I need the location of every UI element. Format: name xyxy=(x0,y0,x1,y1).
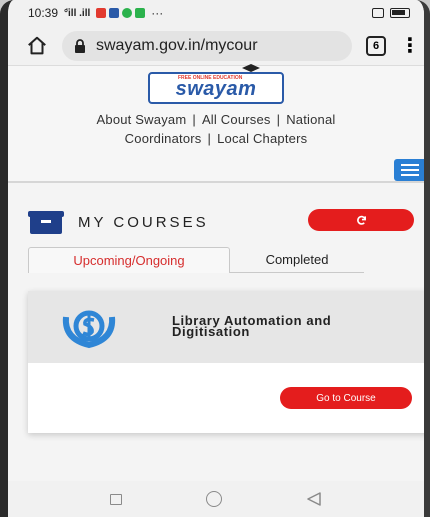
phone-frame: 10:39 °̈ill .ill ··· swayam.gov.in/mycou… xyxy=(0,0,430,517)
course-card: Library Automation and Digitisation Go t… xyxy=(28,291,424,433)
chat-icon xyxy=(122,8,133,18)
my-courses-title: MY COURSES xyxy=(78,213,209,231)
nfc-icon xyxy=(372,8,384,18)
tab-switcher-button[interactable]: 6 xyxy=(366,35,386,56)
site-header: FREE ONLINE EDUCATION swayam About Swaya… xyxy=(8,64,424,181)
nav-all-courses[interactable]: All Courses xyxy=(202,112,271,127)
status-time: 10:39 xyxy=(28,6,59,20)
battery-icon xyxy=(390,8,410,18)
refresh-icon xyxy=(356,215,366,225)
url-text: swayam.gov.in/mycour xyxy=(96,36,258,54)
url-field[interactable]: swayam.gov.in/mycour xyxy=(62,30,352,61)
browser-toolbar: swayam.gov.in/mycour 6 ⋮ xyxy=(8,26,424,66)
nav-about-swayam[interactable]: About Swayam xyxy=(97,112,187,127)
facebook-icon xyxy=(109,8,120,18)
graduation-cap-icon xyxy=(242,64,260,72)
lock-icon xyxy=(75,38,85,53)
nav-national[interactable]: National xyxy=(286,112,335,127)
site-nav: About Swayam | All Courses | National Coordi… xyxy=(96,112,336,146)
home-icon[interactable] xyxy=(26,35,48,57)
notification-icons xyxy=(96,8,146,18)
status-bar: 10:39 °̈ill .ill ··· xyxy=(8,0,424,26)
my-courses-section: MY COURSES Upcoming/Ongoing Completed Li… xyxy=(8,181,424,481)
app-icon xyxy=(135,8,146,18)
back-triangle-icon[interactable] xyxy=(306,492,322,506)
recent-apps-icon[interactable] xyxy=(110,493,122,505)
courses-box-icon xyxy=(28,211,64,234)
tab-completed[interactable]: Completed xyxy=(230,247,364,273)
mail-icon xyxy=(96,8,107,18)
hamburger-menu-button[interactable] xyxy=(394,159,424,181)
go-to-course-button[interactable]: Go to Course xyxy=(280,387,412,409)
system-nav-bar xyxy=(8,481,424,517)
browser-menu-icon[interactable]: ⋮ xyxy=(400,36,420,56)
ignou-logo xyxy=(62,310,116,349)
home-circle-icon[interactable] xyxy=(206,491,222,507)
course-tabs: Upcoming/Ongoing Completed xyxy=(28,247,364,273)
logo-tagline: FREE ONLINE EDUCATION xyxy=(178,75,243,81)
signal-text: °̈ill .ill xyxy=(64,7,91,19)
swayam-logo[interactable]: FREE ONLINE EDUCATION swayam xyxy=(148,64,284,104)
nav-coordinators[interactable]: Coordinators xyxy=(125,131,202,146)
tab-upcoming-ongoing[interactable]: Upcoming/Ongoing xyxy=(28,247,230,273)
nav-local-chapters[interactable]: Local Chapters xyxy=(217,131,307,146)
logo-text: swayam xyxy=(175,78,257,100)
more-notifications: ··· xyxy=(151,6,164,20)
refresh-button[interactable] xyxy=(308,209,414,231)
course-title[interactable]: Library Automation and Digitisation xyxy=(172,314,331,338)
